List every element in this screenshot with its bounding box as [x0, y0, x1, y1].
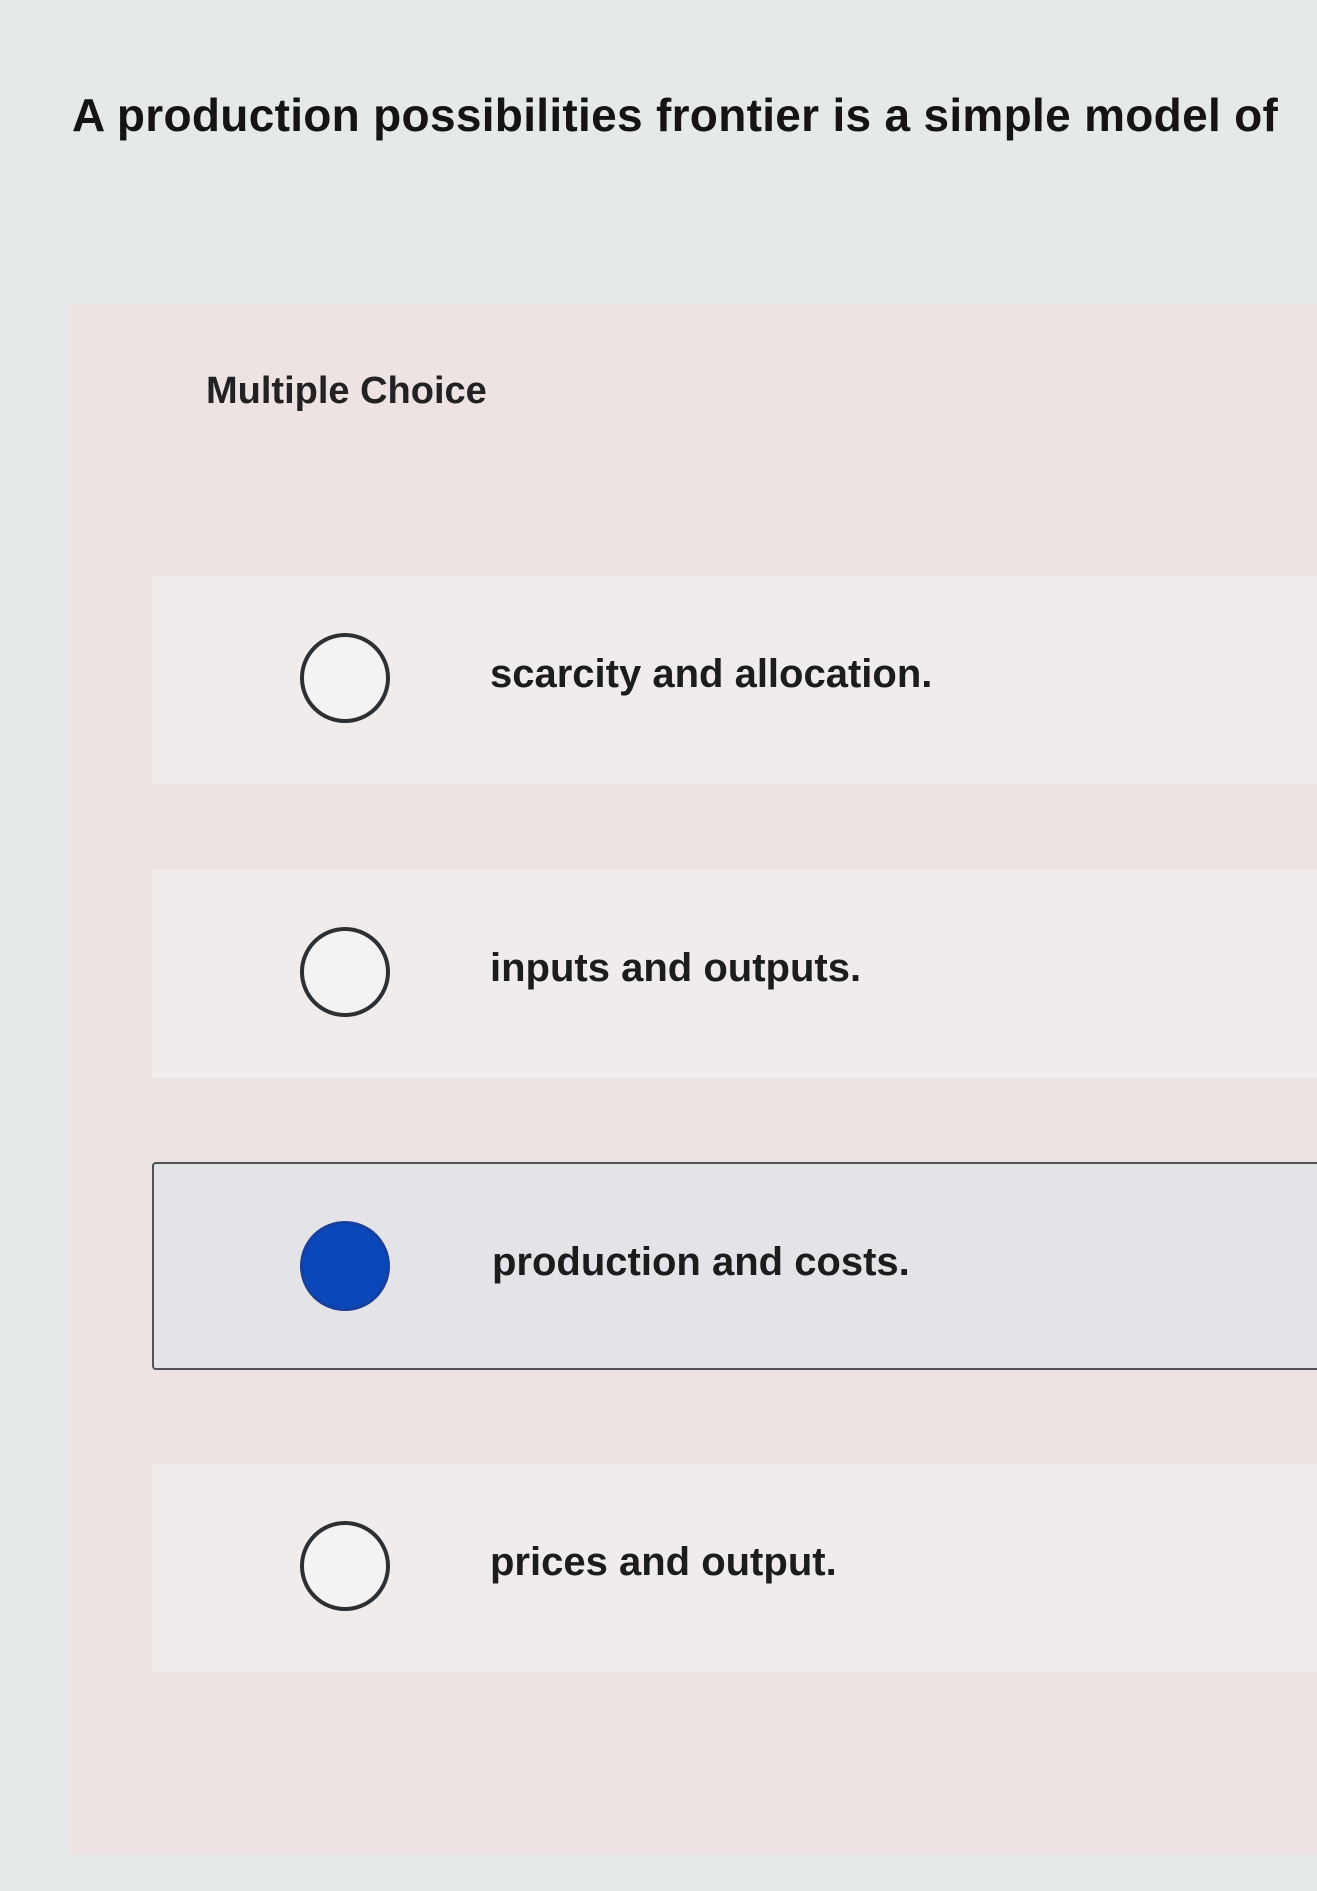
radio-button[interactable]	[300, 1521, 390, 1611]
answer-option-label: production and costs.	[492, 1240, 910, 1284]
answer-option-prices[interactable]: prices and output.	[152, 1464, 1317, 1672]
radio-button[interactable]	[300, 927, 390, 1017]
answer-option-scarcity[interactable]: scarcity and allocation.	[152, 576, 1317, 784]
answer-option-label: scarcity and allocation.	[490, 652, 933, 696]
multiple-choice-panel: Multiple Choice scarcity and allocation.…	[68, 304, 1317, 1854]
answer-option-production[interactable]: production and costs.	[152, 1162, 1317, 1370]
question-text: A production possibilities frontier is a…	[72, 89, 1279, 141]
answer-option-inputs[interactable]: inputs and outputs.	[152, 870, 1317, 1078]
radio-button[interactable]	[300, 633, 390, 723]
answer-option-label: prices and output.	[490, 1540, 837, 1584]
answer-option-label: inputs and outputs.	[490, 946, 862, 990]
radio-button-selected[interactable]	[300, 1221, 390, 1311]
question-type-label: Multiple Choice	[206, 370, 487, 412]
